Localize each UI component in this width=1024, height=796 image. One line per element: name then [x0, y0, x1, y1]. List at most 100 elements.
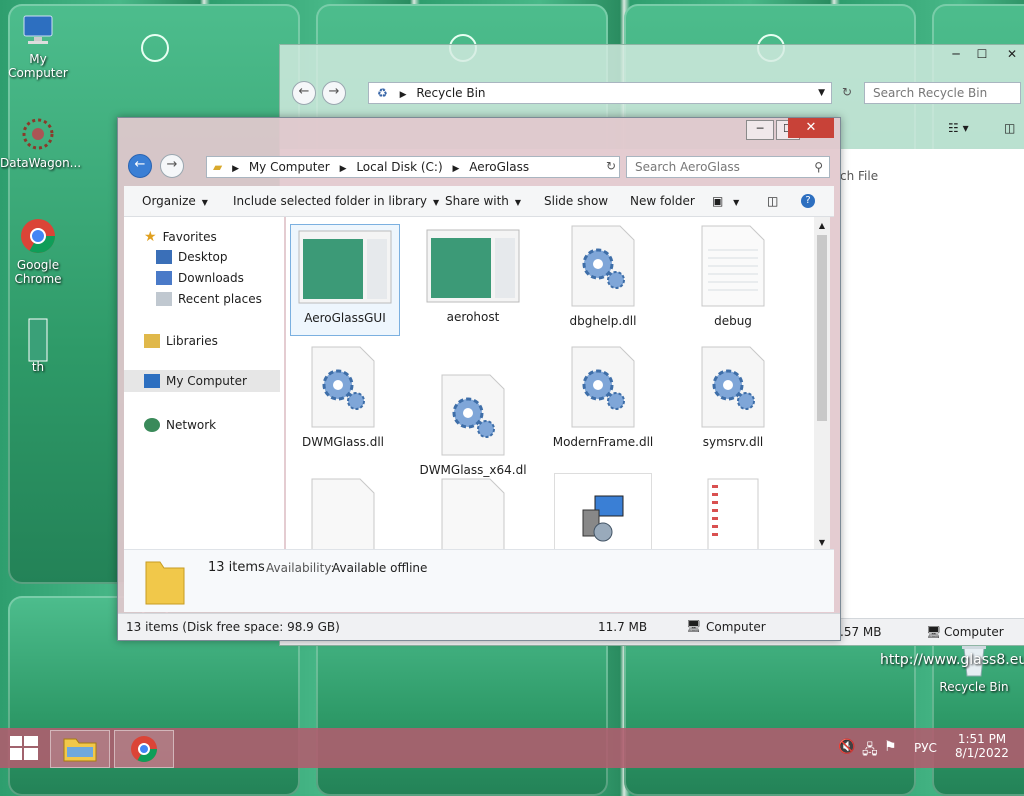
back-arrow-icon[interactable]: ← [292, 81, 316, 105]
nav-favorites[interactable]: ★ Favorites [144, 229, 217, 245]
computer-icon [144, 374, 160, 388]
text-file-icon [698, 224, 768, 308]
document-icon [698, 477, 768, 549]
taskbar-file-explorer[interactable] [50, 730, 110, 768]
scroll-thumb[interactable] [817, 235, 827, 421]
folder-small-icon: ▰ [213, 160, 223, 174]
nav-my-computer[interactable]: My Computer [124, 370, 280, 392]
share-with-button[interactable]: Share with ▼ [445, 194, 521, 208]
file-list: AeroGlassGUI aerohost dbghelp.dll debug [286, 217, 814, 549]
title-bar[interactable]: ─ ☐ ✕ [280, 45, 1024, 73]
computer-icon [18, 10, 58, 50]
preview-pane-icon[interactable]: ◫ [1004, 121, 1015, 135]
desktop-icon-my-computer[interactable]: My Computer [0, 10, 76, 80]
taskbar: 🔇 🖧 ⚑ РУС 1:51 PM 8/1/2022 [0, 728, 1024, 768]
refresh-icon[interactable]: ↻ [834, 83, 860, 103]
chevron-right-icon: ▶ [399, 90, 407, 100]
change-view-icon[interactable]: ▣ ▼ [712, 194, 739, 208]
navigation-pane: ★ Favorites Desktop Downloads Recent pla… [124, 217, 284, 549]
chevron-down-icon[interactable]: ▼ [818, 83, 825, 103]
breadcrumb-my-computer[interactable]: My Computer [249, 160, 330, 174]
scroll-down-icon[interactable]: ▼ [814, 538, 830, 547]
nav-recent-places[interactable]: Recent places [156, 292, 262, 306]
search-icon: ⚲ [814, 160, 823, 174]
clock[interactable]: 1:51 PM 8/1/2022 [950, 732, 1014, 760]
watermark-url: http://www.glass8.eu [880, 652, 1024, 668]
language-indicator[interactable]: РУС [914, 741, 937, 755]
search-input[interactable]: Search AeroGlass ⚲ [626, 156, 830, 178]
taskbar-chrome[interactable] [114, 730, 174, 768]
chevron-right-icon: ▶ [452, 164, 460, 174]
vertical-scrollbar[interactable]: ▲ ▼ [814, 217, 830, 549]
network-tray-icon[interactable]: 🖧 [862, 739, 878, 763]
minimize-button[interactable]: ─ [746, 120, 774, 140]
gear-file-icon [568, 345, 638, 429]
organize-button[interactable]: Organize ▼ [142, 194, 208, 208]
file-item[interactable]: DWMGlass.dll [288, 345, 398, 450]
breadcrumb-local-disk[interactable]: Local Disk (C:) [356, 160, 442, 174]
file-item[interactable] [418, 477, 528, 549]
breadcrumb-aeroglass[interactable]: AeroGlass [469, 160, 529, 174]
close-button[interactable]: ✕ [788, 118, 834, 138]
new-folder-button[interactable]: New folder [630, 194, 695, 208]
nav-libraries[interactable]: Libraries [144, 334, 218, 348]
file-item[interactable]: ModernFrame.dll [548, 345, 658, 450]
folder-icon [63, 738, 97, 762]
refresh-icon[interactable]: ↻ [598, 157, 624, 177]
datawagon-icon [18, 114, 58, 154]
desktop-icon-chrome[interactable]: Google Chrome [0, 216, 76, 286]
chevron-right-icon: ▶ [339, 164, 347, 174]
windows-logo-icon [10, 736, 38, 760]
include-in-library-button[interactable]: Include selected folder in library ▼ [233, 194, 439, 208]
view-options-icon[interactable]: ☷ ▾ [948, 121, 969, 135]
scroll-up-icon[interactable]: ▲ [814, 221, 830, 230]
file-item[interactable]: debug [678, 224, 788, 329]
minimize-button[interactable]: ─ [943, 45, 969, 65]
desktop-icon-th[interactable]: th [0, 318, 76, 374]
gear-file-icon [438, 359, 508, 456]
back-arrow-icon[interactable]: ← [128, 154, 152, 178]
slide-show-button[interactable]: Slide show [544, 194, 608, 208]
desktop-icon [156, 250, 172, 264]
forward-arrow-icon[interactable]: → [160, 154, 184, 178]
details-pane: 13 items Availability: Available offline [124, 549, 834, 612]
file-item[interactable] [548, 473, 658, 549]
file-item[interactable]: AeroGlassGUI [290, 224, 400, 336]
file-item[interactable] [678, 477, 788, 549]
recycle-small-icon: ♻ [377, 86, 388, 100]
search-input[interactable]: Search Recycle Bin [864, 82, 1021, 104]
nav-network[interactable]: Network [144, 418, 216, 432]
blank-file-icon [308, 477, 378, 549]
action-center-flag-icon[interactable]: ⚑ [884, 739, 897, 755]
gear-file-icon [568, 224, 638, 308]
command-bar: Organize ▼ Include selected folder in lib… [124, 186, 834, 217]
network-icon [144, 418, 160, 432]
blank-file-icon [438, 477, 508, 549]
desktop-icon-datawagon[interactable]: DataWagon... [0, 114, 81, 170]
nav-downloads[interactable]: Downloads [156, 271, 244, 285]
preview-pane-icon[interactable]: ◫ [767, 194, 778, 208]
app-window-icon [425, 228, 521, 304]
maximize-button[interactable]: ☐ [969, 45, 995, 65]
gear-file-icon [308, 345, 378, 429]
file-item[interactable]: dbghelp.dll [548, 224, 658, 329]
file-item[interactable]: symsrv.dll [678, 345, 788, 450]
status-bar: 13 items (Disk free space: 98.9 GB) 11.7… [118, 613, 840, 640]
breadcrumb[interactable]: ▰ ▶ My Computer ▶ Local Disk (C:) ▶ Aero… [206, 156, 620, 178]
file-item[interactable] [288, 477, 398, 549]
image-file-icon [28, 318, 48, 362]
computer-small-icon: 🖥 [926, 625, 942, 639]
forward-arrow-icon[interactable]: → [322, 81, 346, 105]
aeroglass-window[interactable]: ─ ☐ ✕ ← → ▰ ▶ My Computer ▶ Local Disk (… [117, 117, 841, 641]
nav-desktop[interactable]: Desktop [156, 250, 228, 264]
file-item[interactable]: aerohost [418, 224, 528, 325]
start-button[interactable] [10, 736, 38, 763]
address-bar[interactable]: ♻ ▶ Recycle Bin ▼ [368, 82, 832, 104]
help-icon[interactable]: ? [801, 194, 815, 208]
recent-places-icon [156, 292, 172, 306]
libraries-icon [144, 334, 160, 348]
volume-muted-icon[interactable]: 🔇 [838, 739, 855, 755]
star-icon: ★ [144, 229, 157, 245]
close-button[interactable]: ✕ [999, 45, 1024, 65]
chrome-icon [131, 736, 158, 763]
